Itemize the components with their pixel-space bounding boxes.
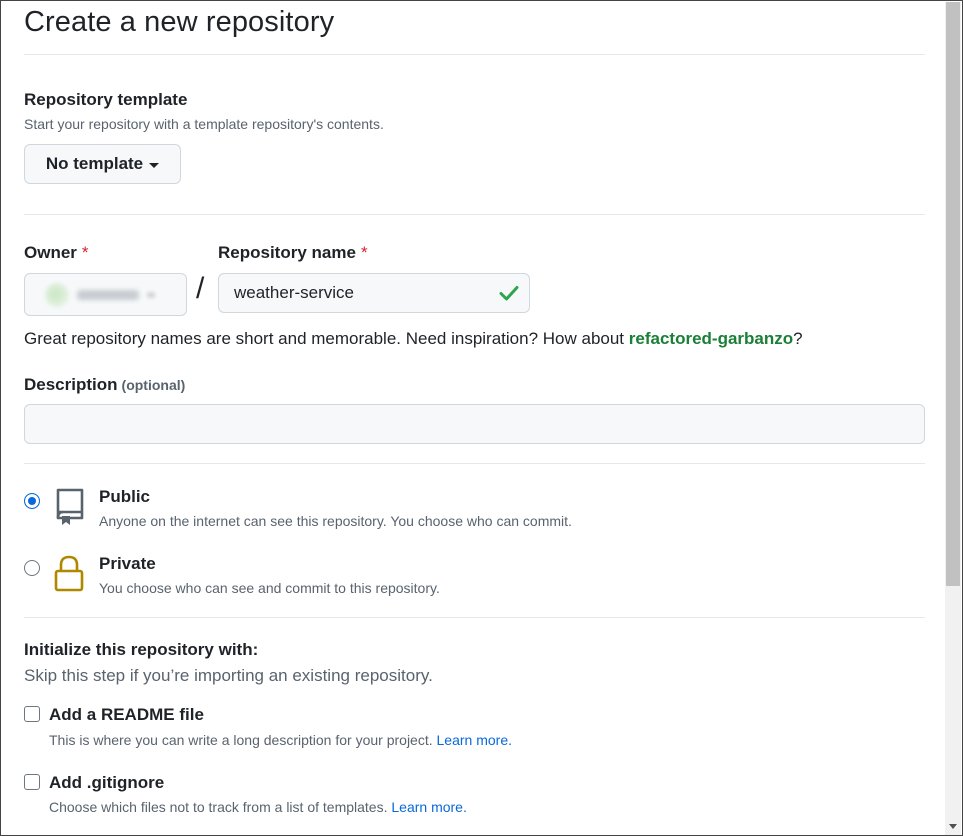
- repo-name-label-text: Repository name: [218, 243, 356, 262]
- owner-select[interactable]: [24, 273, 187, 316]
- description-input[interactable]: [24, 404, 925, 444]
- hint-suffix: ?: [793, 329, 803, 348]
- owner-avatar: [45, 282, 69, 307]
- template-dropdown-button[interactable]: No template: [24, 144, 181, 184]
- description-label: Description (optional): [24, 375, 185, 395]
- template-description: Start your repository with a template re…: [24, 116, 384, 132]
- template-button-label: No template: [45, 154, 144, 173]
- readme-learn-more-link[interactable]: Learn more.: [437, 732, 512, 748]
- repo-name-label: Repository name *: [218, 243, 368, 263]
- divider: [24, 617, 925, 618]
- visibility-private-description: You choose who can see and commit to thi…: [99, 580, 440, 596]
- repo-icon: [56, 488, 84, 525]
- divider: [24, 54, 925, 55]
- gitignore-title: Add .gitignore: [49, 773, 165, 792]
- initialize-description: Skip this step if you’re importing an ex…: [24, 666, 433, 685]
- lock-icon: [54, 555, 84, 592]
- initialize-title: Initialize this repository with:: [24, 640, 259, 659]
- divider: [24, 214, 925, 215]
- divider: [24, 463, 925, 464]
- caret-down-icon: [149, 162, 160, 168]
- page-frame: Create a new repository Repository templ…: [0, 0, 963, 836]
- repo-name-hint: Great repository names are short and mem…: [24, 329, 803, 349]
- scrollbar-thumb[interactable]: [946, 2, 960, 586]
- description-label-text: Description: [24, 375, 118, 394]
- owner-label: Owner *: [24, 243, 89, 263]
- name-suggestion-link[interactable]: refactored-garbanzo: [629, 329, 793, 348]
- readme-description-text: This is where you can write a long descr…: [49, 732, 433, 748]
- gitignore-description: Choose which files not to track from a l…: [49, 799, 467, 815]
- vertical-scrollbar[interactable]: [945, 2, 961, 835]
- template-label: Repository template: [24, 90, 188, 109]
- gitignore-learn-more-link[interactable]: Learn more.: [391, 799, 466, 815]
- required-marker: *: [81, 243, 89, 262]
- owner-repo-separator: /: [196, 272, 205, 305]
- optional-label: (optional): [121, 377, 186, 393]
- hint-text: Great repository names are short and mem…: [24, 329, 629, 348]
- repo-name-value: weather-service: [234, 283, 354, 302]
- scroll-down-arrow-icon[interactable]: [949, 824, 957, 829]
- readme-checkbox[interactable]: [24, 706, 40, 722]
- visibility-public-title: Public: [99, 487, 151, 506]
- readme-description: This is where you can write a long descr…: [49, 732, 512, 748]
- page-title: Create a new repository: [24, 6, 335, 38]
- gitignore-checkbox[interactable]: [24, 774, 40, 790]
- public-radio[interactable]: [24, 493, 40, 509]
- repo-name-input[interactable]: weather-service: [218, 273, 530, 313]
- owner-label-text: Owner: [24, 243, 77, 262]
- required-marker: *: [360, 243, 368, 262]
- owner-name-redacted: [77, 289, 139, 300]
- visibility-public-description: Anyone on the internet can see this repo…: [99, 513, 572, 529]
- gitignore-description-text: Choose which files not to track from a l…: [49, 799, 388, 815]
- visibility-private-title: Private: [99, 554, 156, 573]
- check-icon: [499, 286, 519, 301]
- readme-title: Add a README file: [49, 705, 204, 724]
- caret-down-icon: [147, 291, 155, 298]
- private-radio[interactable]: [24, 560, 40, 576]
